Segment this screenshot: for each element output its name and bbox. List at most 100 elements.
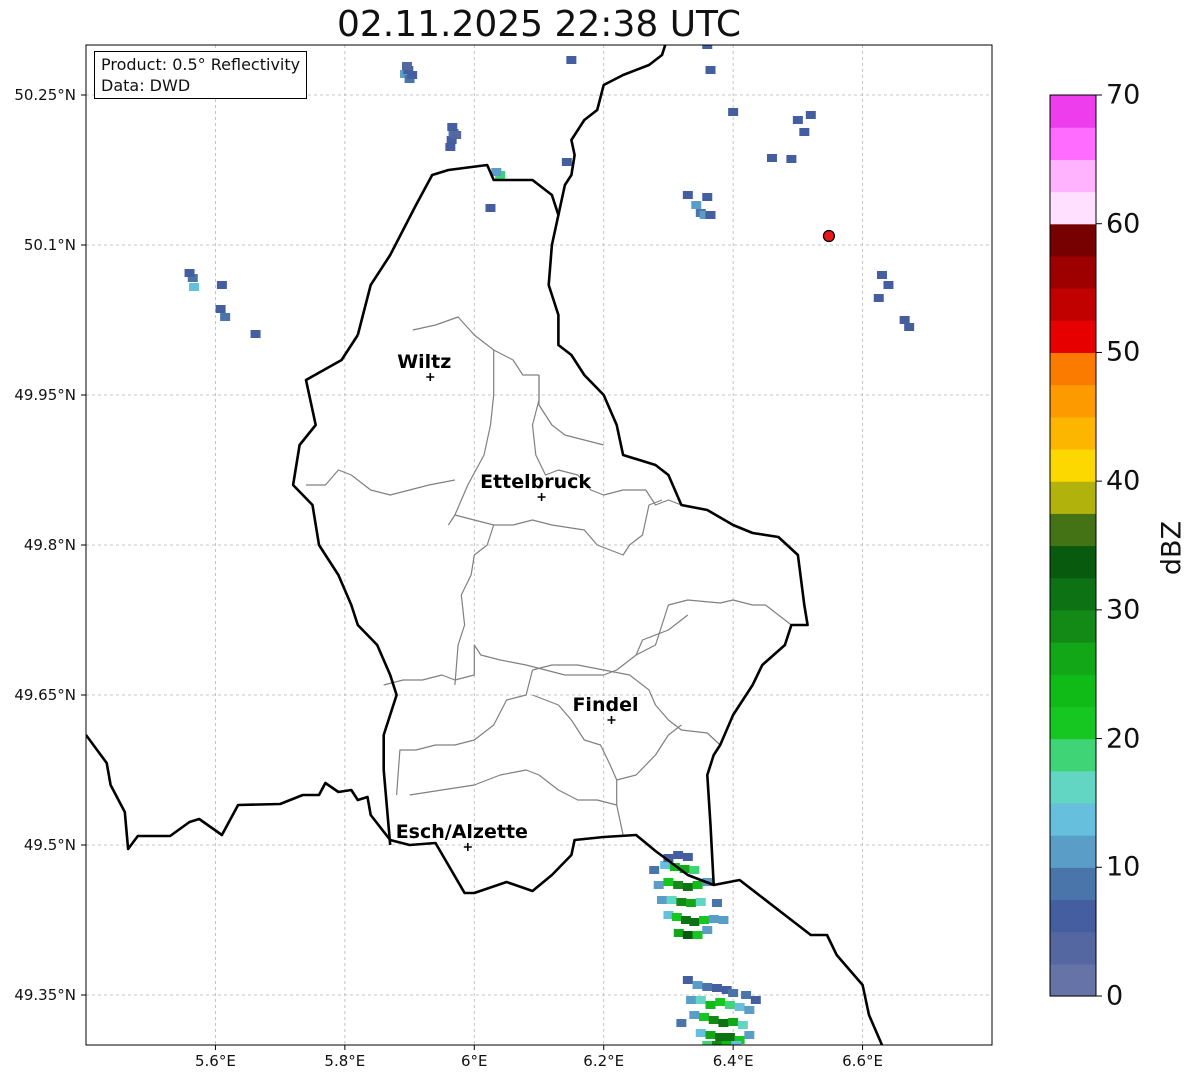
colorbar-swatch [1050,223,1096,257]
colorbar-tick-label: 30 [1106,594,1141,626]
colorbar-swatch [1050,191,1096,225]
lat-tick-label: 49.8°N [23,536,76,554]
precip-cell [561,158,572,166]
precip-cell [189,283,200,291]
precip-cell [744,1031,755,1039]
precip-cell [786,155,797,163]
precip-cell [686,996,697,1004]
colorbar-tick-label: 20 [1106,723,1141,755]
colorbar-tick-label: 0 [1106,980,1124,1012]
city-label: Wiltz [397,351,451,373]
colorbar-swatch [1050,931,1096,965]
colorbar-swatch [1050,352,1096,386]
city-label: Esch/Alzette [396,821,528,843]
precip-cell [883,281,894,289]
precip-cell [805,111,816,119]
precip-cell [220,313,231,321]
colorbar-swatch [1050,320,1096,354]
precip-cell [689,1011,700,1019]
precip-cell [445,143,456,151]
precip-cell [711,899,722,907]
lon-tick-label: 5.6°E [195,1052,236,1070]
precip-cell [799,128,810,136]
precip-cell [695,1029,706,1037]
precip-cell [715,1033,726,1041]
precip-cell [705,1031,716,1039]
colorbar-swatch [1050,513,1096,547]
precip-cell [718,916,729,924]
precip-cell [676,1019,687,1027]
precip-cell [692,981,703,989]
precip-cell [184,269,195,277]
precip-cell [705,211,716,219]
colorbar-swatch [1050,706,1096,740]
lat-tick-label: 49.65°N [14,686,76,704]
data-source-text: Data: DWD [101,76,191,95]
colorbar [1049,94,1102,997]
precip-cell [724,1033,735,1041]
colorbar-tick-label: 60 [1106,208,1141,240]
precip-cell [656,896,667,904]
lat-tick-label: 50.1°N [23,236,76,254]
lat-tick-label: 49.35°N [14,986,76,1004]
colorbar-swatch [1050,288,1096,321]
colorbar-swatch [1050,899,1096,933]
colorbar-swatch [1050,416,1096,450]
info-box: Product: 0.5° Reflectivity Data: DWD [94,51,308,99]
precip-cell [682,931,693,939]
precip-cell [653,881,664,889]
colorbar-swatch [1050,577,1096,611]
radar-site [822,229,836,243]
lon-tick-label: 6°E [461,1052,488,1070]
colorbar-label: dBZ [1156,520,1184,576]
precip-cell [695,996,706,1004]
precip-cell [566,56,577,64]
precip-cell [692,881,703,889]
colorbar-tick-label: 10 [1106,851,1141,883]
colorbar-tick-label: 40 [1106,465,1141,497]
radar-site-marker [822,229,836,243]
colorbar-swatch [1050,963,1096,997]
precip-cell [673,851,684,859]
precip-cell [750,996,761,1004]
lat-tick-label: 49.5°N [23,836,76,854]
precip-cell [215,305,226,313]
precip-cell [250,330,261,338]
colorbar-swatch [1050,674,1096,707]
product-text: Product: 0.5° Reflectivity [101,55,301,74]
colorbar-tick-label: 50 [1106,336,1141,368]
precip-cell [682,191,693,199]
precip-cell [705,1001,716,1009]
city-label: Findel [572,694,638,716]
colorbar-swatch [1050,95,1096,128]
lon-tick-label: 6.4°E [712,1052,754,1070]
precip-cell [676,898,687,906]
precip-cell [485,204,496,212]
precip-cell [724,1001,735,1009]
precip-cell [649,866,660,874]
colorbar-swatch [1050,802,1096,836]
precip-cell [451,131,462,139]
precip-cell [899,316,910,324]
colorbar-swatch [1050,481,1096,514]
colorbar-swatch [1050,384,1096,418]
precip-cell [216,281,227,289]
precip-cell [766,154,777,162]
precip-cell [702,193,713,201]
precip-cell [708,1016,719,1024]
colorbar-swatch [1050,609,1096,643]
lat-tick-label: 49.95°N [14,386,76,404]
precip-cell [447,123,458,131]
colorbar-swatch [1050,545,1096,579]
precip-cell [673,929,684,937]
precip-cell [792,116,803,124]
precip-cell [718,1019,729,1027]
colorbar-swatch [1050,738,1096,772]
precip-cell [702,983,713,991]
colorbar-swatch [1050,835,1096,868]
precip-cell [695,898,706,906]
precip-cell [682,883,693,891]
precip-cell [686,899,697,907]
precip-cell [689,866,700,874]
precip-cell [741,991,752,999]
